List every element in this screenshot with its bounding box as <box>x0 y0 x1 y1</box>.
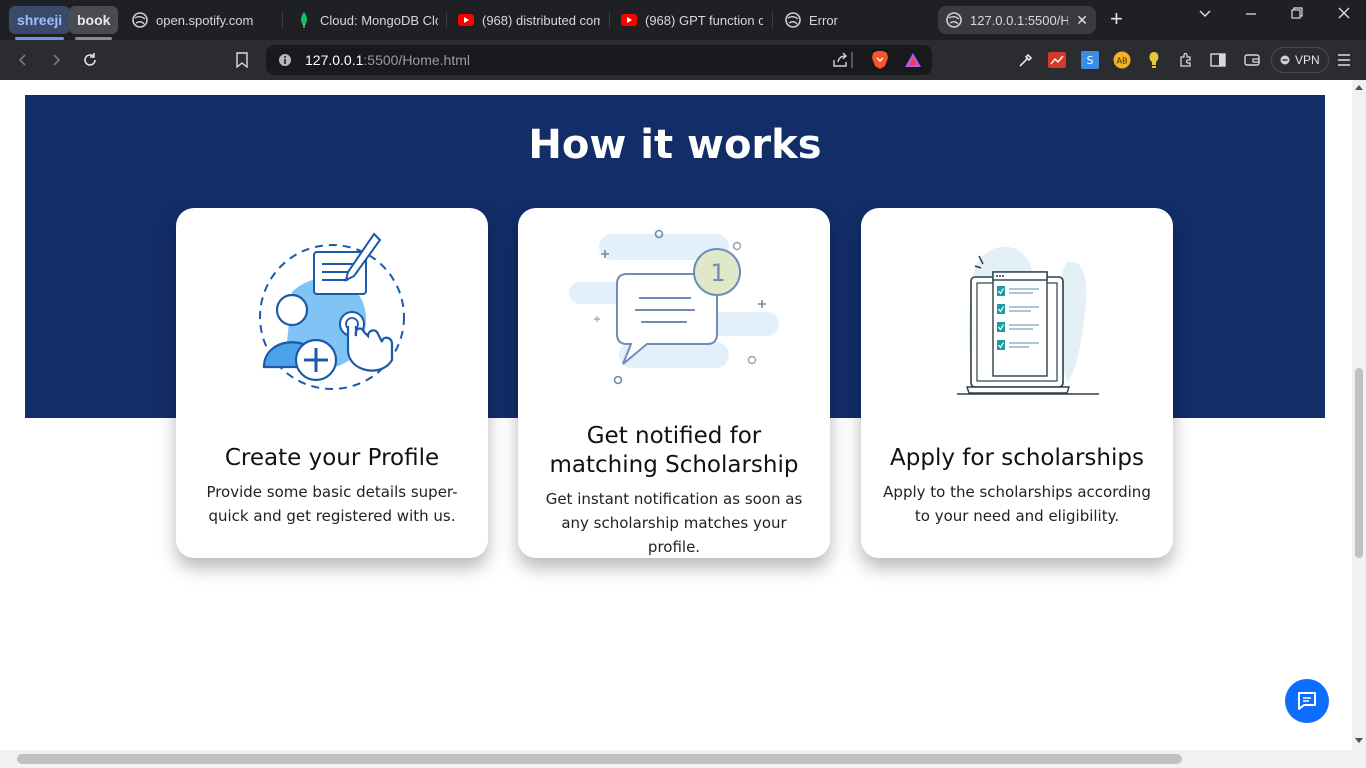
tab-group-shreeji[interactable]: shreeji <box>9 6 71 40</box>
horizontal-scrollbar[interactable] <box>0 750 1366 768</box>
scroll-up-arrow-icon[interactable] <box>1355 84 1363 90</box>
tab-search-chevron-icon[interactable] <box>1198 6 1212 23</box>
extension-bulb-icon[interactable] <box>1144 50 1164 70</box>
url-text: 127.0.0.1:5500/Home.html <box>305 52 470 68</box>
youtube-icon <box>458 12 474 28</box>
chat-button[interactable] <box>1285 679 1329 723</box>
tab-divider <box>282 12 283 28</box>
card-create-profile[interactable]: Create your Profile Provide some basic d… <box>176 208 488 558</box>
notification-illustration: 1 <box>518 222 830 422</box>
checklist-laptop-illustration <box>861 222 1173 422</box>
close-tab-icon[interactable]: ✕ <box>1076 12 1088 29</box>
wallet-icon[interactable] <box>1242 50 1262 70</box>
tab-title: (968) distributed comp <box>482 12 600 28</box>
card-title: Create your Profile <box>224 445 440 471</box>
card-apply-scholarships[interactable]: Apply for scholarships Apply to the scho… <box>861 208 1173 558</box>
tab-localhost-active[interactable]: 127.0.0.1:5500/Ho ✕ <box>938 6 1096 34</box>
tab-youtube-gpt[interactable]: (968) GPT function call <box>621 6 763 34</box>
tab-youtube-distributed[interactable]: (968) distributed comp <box>458 6 600 34</box>
globe-icon <box>785 12 801 28</box>
tab-divider <box>772 12 773 28</box>
tab-group-book[interactable]: book <box>69 6 119 40</box>
brave-rewards-icon[interactable] <box>903 50 923 70</box>
vertical-scrollbar[interactable] <box>1352 80 1366 750</box>
restore-button[interactable] <box>1290 6 1304 23</box>
sidebar-toggle-icon[interactable] <box>1208 50 1228 70</box>
extension-s-icon[interactable]: S <box>1080 50 1100 70</box>
globe-icon <box>132 12 148 28</box>
svg-text:S: S <box>1087 54 1094 67</box>
new-tab-button[interactable]: + <box>1110 8 1123 30</box>
tab-mongodb[interactable]: Cloud: MongoDB Clou <box>296 6 438 34</box>
horizontal-scroll-thumb[interactable] <box>17 754 1182 764</box>
tab-divider <box>446 12 447 28</box>
tab-title: Error <box>809 12 838 28</box>
tab-error[interactable]: Error <box>785 6 925 34</box>
minimize-button[interactable] <box>1244 6 1258 23</box>
tab-title: open.spotify.com <box>156 12 254 28</box>
extension-chart-icon[interactable] <box>1047 50 1067 70</box>
card-text: Apply to the scholarships according to y… <box>883 483 1151 525</box>
extensions-puzzle-icon[interactable] <box>1176 50 1196 70</box>
globe-icon <box>946 12 962 28</box>
bookmark-icon[interactable] <box>232 50 252 70</box>
tab-spotify[interactable]: open.spotify.com <box>132 6 272 34</box>
color-picker-icon[interactable] <box>1016 50 1036 70</box>
tab-title: Cloud: MongoDB Clou <box>320 12 438 28</box>
vpn-button[interactable]: VPN <box>1271 47 1329 73</box>
card-get-notified[interactable]: 1 Get notified for matching Scholarship … <box>518 208 830 558</box>
vpn-status-icon <box>1280 55 1290 65</box>
page-viewport: How it works Create your Profile Provide… <box>0 80 1352 750</box>
back-button[interactable] <box>13 50 33 70</box>
scroll-down-arrow-icon[interactable] <box>1355 738 1363 744</box>
close-window-button[interactable] <box>1337 6 1351 23</box>
section-title: How it works <box>528 122 822 168</box>
share-icon[interactable] <box>830 50 850 70</box>
url-path: :5500/Home.html <box>363 52 470 68</box>
extension-ab-icon[interactable]: AB <box>1112 50 1132 70</box>
svg-text:1: 1 <box>710 259 725 287</box>
mongodb-leaf-icon <box>296 12 312 28</box>
forward-button[interactable] <box>46 50 66 70</box>
card-text: Get instant notification as soon as any … <box>545 490 803 556</box>
svg-text:AB: AB <box>1117 57 1128 66</box>
url-host: 127.0.0.1 <box>305 52 364 68</box>
tab-title: (968) GPT function call <box>645 12 763 28</box>
vertical-scroll-thumb[interactable] <box>1355 368 1363 558</box>
tab-title: 127.0.0.1:5500/Ho <box>970 12 1069 28</box>
toolbar-divider <box>851 52 853 68</box>
reload-button[interactable] <box>80 50 100 70</box>
card-title: Get notified for matching Scholarship <box>549 423 799 478</box>
profile-illustration <box>176 222 488 422</box>
card-text: Provide some basic details super-quick a… <box>206 483 458 525</box>
vpn-label: VPN <box>1295 53 1320 67</box>
site-info-icon[interactable] <box>275 50 295 70</box>
menu-icon[interactable] <box>1334 50 1354 70</box>
youtube-icon <box>621 12 637 28</box>
card-title: Apply for scholarships <box>890 445 1144 471</box>
chat-icon <box>1298 692 1316 710</box>
tab-divider <box>609 12 610 28</box>
tab-strip: shreeji book open.spotify.com Cloud: Mon… <box>0 0 1366 40</box>
brave-shields-icon[interactable] <box>870 50 890 70</box>
